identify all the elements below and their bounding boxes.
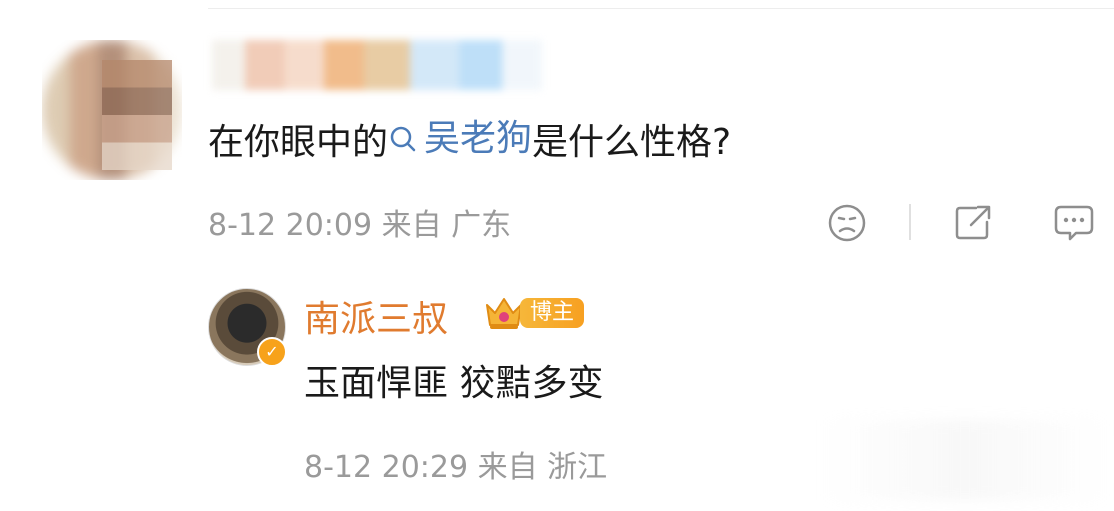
comment-meta: 8-12 20:09 来自 广东: [208, 200, 511, 244]
action-divider: [909, 204, 911, 240]
blogger-label: 博主: [520, 298, 585, 328]
search-icon: [390, 126, 416, 152]
reply-username[interactable]: 南派三叔: [304, 290, 448, 342]
reply-from-label: 来自: [477, 450, 538, 485]
reaction-icon[interactable]: [826, 202, 868, 244]
share-icon[interactable]: [952, 202, 994, 244]
comment-from-label: 来自: [381, 208, 442, 243]
comment-text: 在你眼中的 吴老狗 是什么性格?: [208, 112, 731, 170]
reply-meta: 8-12 20:29 来自 浙江: [304, 442, 607, 486]
reply-location: 浙江: [547, 450, 608, 485]
verified-badge-icon: ✓: [257, 337, 287, 367]
comment-text-after: 是什么性格?: [532, 122, 732, 163]
blogger-badge: 博主: [482, 293, 585, 333]
topic-link[interactable]: 吴老狗: [388, 112, 532, 166]
reply-text: 玉面悍匪 狡黠多变: [304, 363, 604, 404]
comment-time: 8-12 20:09: [208, 208, 373, 243]
topic-link-text: 吴老狗: [424, 118, 533, 159]
blurred-region: [820, 420, 1110, 500]
comment-text-before: 在你眼中的: [208, 122, 389, 163]
comment-location: 广东: [451, 208, 512, 243]
avatar-pixelation: [102, 60, 172, 170]
top-divider: [208, 8, 1114, 9]
commenter-avatar[interactable]: [42, 40, 182, 180]
comment-icon[interactable]: [1052, 202, 1096, 244]
reply-time: 8-12 20:29: [304, 450, 469, 485]
commenter-username-blurred[interactable]: [212, 40, 542, 90]
